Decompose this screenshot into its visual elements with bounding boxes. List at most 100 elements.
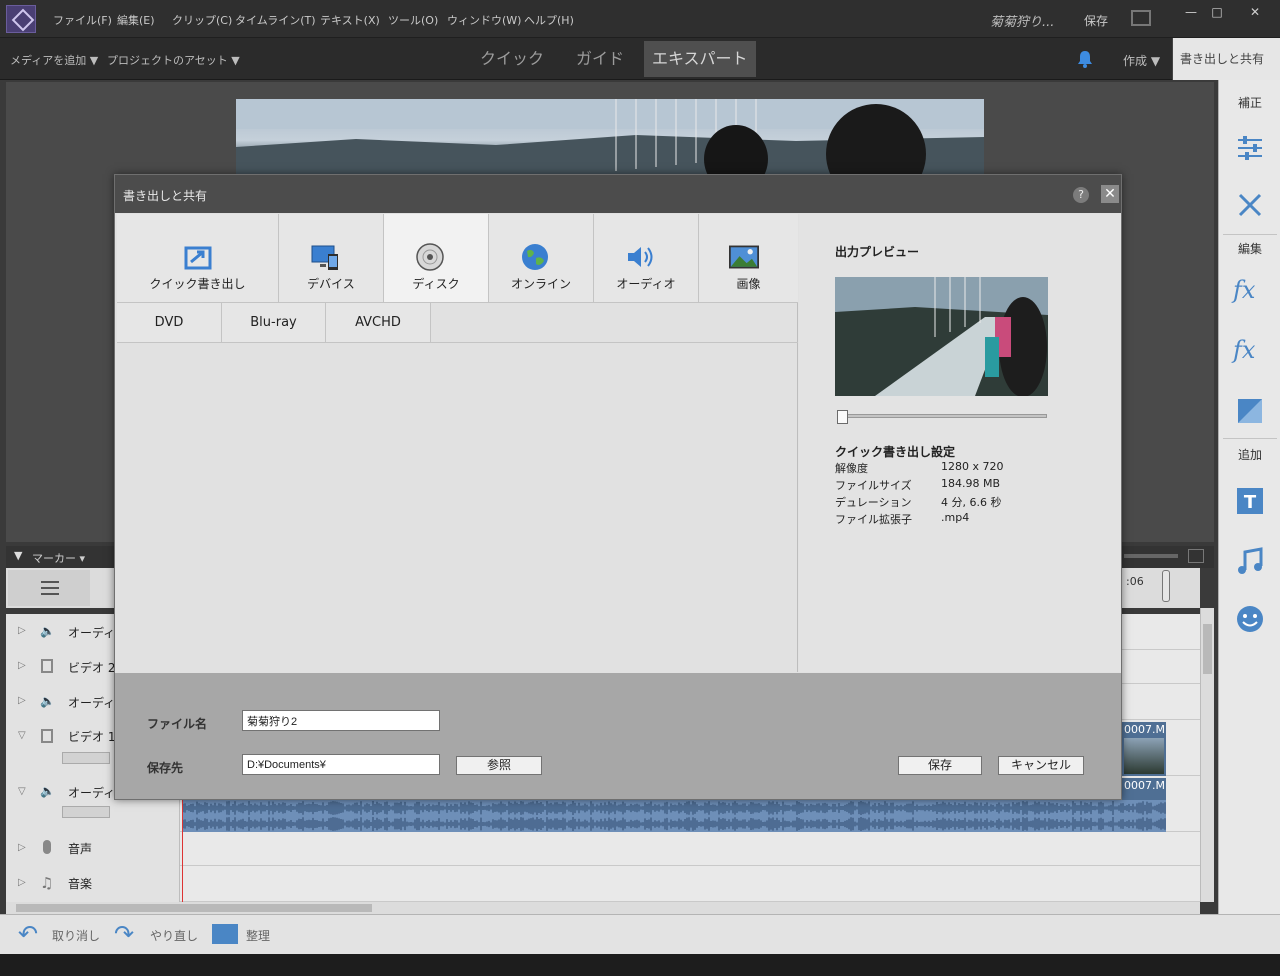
taskbar-strip — [0, 954, 1280, 976]
organizer-grid-icon[interactable] — [212, 924, 238, 944]
clip-label: 0007.M — [1124, 723, 1165, 736]
transition-icon[interactable] — [1235, 396, 1265, 426]
fx-edit-icon[interactable]: fx — [1233, 276, 1267, 306]
subtab-dvd[interactable]: DVD — [117, 303, 222, 343]
tab-audio[interactable]: オーディオ — [594, 214, 699, 303]
project-assets-label: プロジェクトのアセット — [107, 54, 228, 67]
scrollbar-thumb[interactable] — [1203, 624, 1212, 674]
expand-triangle-icon[interactable]: ▷ — [18, 877, 26, 888]
tools-icon[interactable] — [1235, 190, 1265, 220]
tab-device[interactable]: デバイス — [279, 214, 384, 303]
adjust-section-label: 補正 — [1237, 96, 1262, 110]
menu-text[interactable]: テキスト(X) — [320, 12, 380, 28]
save-project-button[interactable]: 保存 — [1084, 12, 1108, 29]
expand-triangle-icon[interactable]: ▷ — [18, 695, 26, 706]
tab-disc[interactable]: ディスク — [384, 214, 489, 303]
timeline-zoom-handle[interactable] — [1162, 570, 1170, 602]
setting-value: 184.98 MB — [941, 477, 1001, 490]
minimize-button[interactable]: — — [1180, 4, 1202, 20]
expand-triangle-icon[interactable]: ▷ — [18, 660, 26, 671]
create-label: 作成 — [1123, 54, 1148, 68]
save-button[interactable]: 保存 — [898, 756, 982, 775]
help-icon[interactable]: ? — [1073, 187, 1089, 203]
track-music[interactable] — [6, 866, 1200, 902]
video-clip[interactable]: 0007.M — [1120, 722, 1166, 776]
collapse-triangle-icon[interactable]: ▽ — [18, 730, 26, 741]
menu-timeline[interactable]: タイムライン(T) — [235, 12, 316, 28]
microphone-icon[interactable] — [43, 840, 51, 854]
tab-expert[interactable]: エキスパート — [644, 41, 756, 77]
track-name: 音楽 — [68, 877, 93, 891]
close-icon[interactable]: ✕ — [1101, 185, 1119, 203]
preview-slider-thumb[interactable] — [837, 410, 848, 424]
add-media-dropdown[interactable]: メディアを追加 ▼ — [10, 52, 98, 68]
menu-help[interactable]: ヘルプ(H) — [524, 12, 574, 28]
maximize-button[interactable]: □ — [1206, 4, 1228, 20]
adjust-sliders-icon[interactable] — [1235, 132, 1265, 162]
keyframe-controls[interactable] — [62, 752, 110, 764]
organize-button[interactable]: 整理 — [246, 927, 270, 944]
audio-clip[interactable] — [182, 800, 1166, 832]
music-note-icon[interactable] — [1235, 546, 1265, 576]
cancel-button[interactable]: キャンセル — [998, 756, 1084, 775]
globe-icon — [522, 244, 548, 270]
timeline-horizontal-scrollbar[interactable] — [6, 902, 1200, 914]
speaker-icon[interactable]: 🔈 — [40, 694, 55, 708]
close-window-button[interactable]: ✕ — [1244, 4, 1266, 20]
subtab-bluray[interactable]: Blu-ray — [222, 303, 326, 343]
app-logo-icon — [6, 5, 36, 33]
file-name-input[interactable] — [242, 710, 440, 731]
menu-clip[interactable]: クリップ(C) — [172, 12, 232, 28]
track-header: ▷ ♫ 音楽 — [6, 866, 180, 902]
undo-icon[interactable]: ↶ — [18, 920, 38, 948]
tab-quick[interactable]: クイック — [472, 41, 552, 77]
document-title: 菊菊狩り... — [990, 15, 1055, 30]
category-label: クイック書き出し — [149, 277, 246, 291]
audio-clip[interactable]: 0007.M — [1120, 778, 1166, 800]
timeline-vertical-scrollbar[interactable] — [1200, 608, 1214, 902]
track-options-button[interactable] — [8, 570, 90, 606]
preview-slider[interactable] — [841, 414, 1047, 418]
subtab-avchd[interactable]: AVCHD — [326, 303, 431, 343]
timeline-zoom-slider[interactable] — [1124, 554, 1178, 558]
speaker-icon[interactable]: 🔈 — [40, 624, 55, 638]
marker-dropdown[interactable]: マーカー ▾ — [32, 550, 85, 566]
timecode-label: :06 — [1126, 575, 1144, 588]
menu-file[interactable]: ファイル(F) — [53, 12, 112, 28]
tab-image[interactable]: 画像 — [699, 214, 798, 303]
fullscreen-icon[interactable] — [1131, 10, 1151, 26]
undo-button[interactable]: 取り消し — [52, 927, 100, 944]
create-dropdown[interactable]: 作成 ▼ — [1123, 52, 1160, 69]
expand-triangle-icon[interactable]: ▷ — [18, 842, 26, 853]
fx-icon[interactable]: fx — [1233, 336, 1267, 366]
menu-window[interactable]: ウィンドウ(W) — [447, 12, 521, 28]
tab-quick-export[interactable]: クイック書き出し — [117, 214, 279, 303]
bell-icon[interactable] — [1077, 50, 1093, 68]
save-location-input[interactable] — [242, 754, 440, 775]
speaker-icon[interactable]: 🔈 — [40, 784, 55, 798]
redo-icon[interactable]: ↷ — [114, 920, 134, 948]
keyframe-controls[interactable] — [62, 806, 110, 818]
tab-guided[interactable]: ガイド — [568, 41, 632, 77]
track-voice[interactable] — [6, 832, 1200, 866]
browse-button[interactable]: 参照 — [456, 756, 542, 775]
redo-button[interactable]: やり直し — [150, 927, 198, 944]
video-preview — [236, 99, 984, 174]
music-icon[interactable]: ♫ — [40, 874, 53, 892]
smiley-icon[interactable] — [1235, 604, 1265, 634]
timeline-expand-icon[interactable] — [1188, 549, 1204, 563]
title-text-icon[interactable]: T — [1235, 486, 1265, 516]
track-name: 音声 — [68, 842, 93, 856]
menu-edit[interactable]: 編集(E) — [117, 12, 155, 28]
scrollbar-thumb[interactable] — [16, 904, 372, 912]
film-icon[interactable] — [41, 729, 53, 743]
film-icon[interactable] — [41, 659, 53, 673]
project-assets-dropdown[interactable]: プロジェクトのアセット ▼ — [107, 52, 240, 68]
category-label: ディスク — [412, 277, 460, 291]
expand-triangle-icon[interactable]: ▷ — [18, 625, 26, 636]
menu-tools[interactable]: ツール(O) — [388, 12, 438, 28]
tab-online[interactable]: オンライン — [489, 214, 594, 303]
collapse-triangle-icon[interactable]: ▽ — [18, 786, 26, 797]
export-share-button[interactable]: 書き出しと共有 — [1172, 38, 1280, 80]
marker-triangle-icon[interactable]: ▼ — [14, 549, 22, 562]
